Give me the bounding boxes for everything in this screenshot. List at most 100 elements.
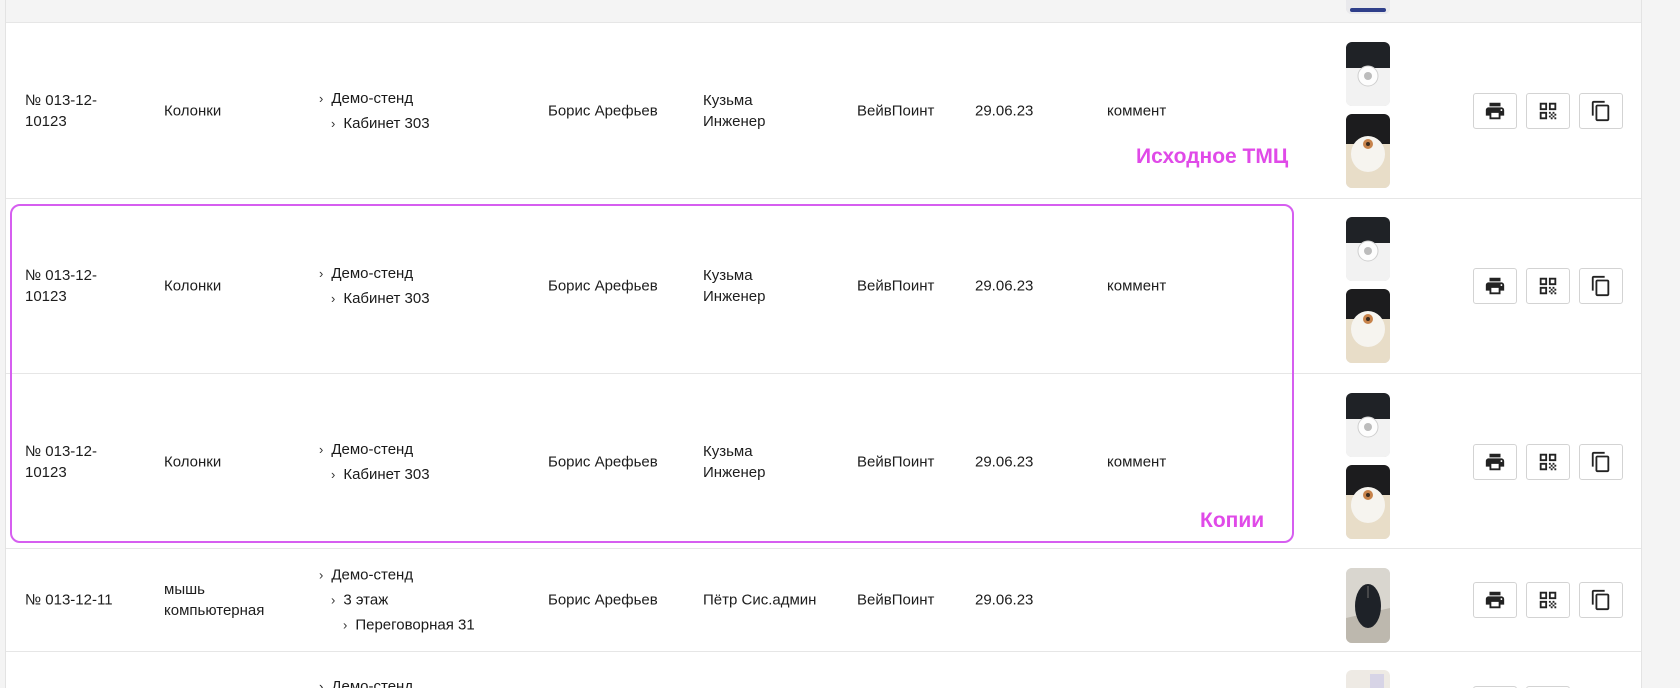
qr-code-button[interactable] bbox=[1526, 93, 1570, 129]
responsible-person: Борис Арефьев bbox=[548, 453, 658, 471]
row-actions bbox=[1473, 444, 1623, 480]
table-row[interactable]: № 013-12-10123 Колонки › Демо-стенд › Каби… bbox=[6, 23, 1641, 199]
user-name: Кузьма Инженер bbox=[703, 92, 766, 130]
row-actions bbox=[1473, 582, 1623, 618]
location-level: › Демо-стенд bbox=[319, 563, 475, 588]
chevron-right-icon: › bbox=[319, 266, 324, 281]
item-name: Колонки bbox=[164, 277, 222, 295]
location-level: › Переговорная 31 bbox=[319, 613, 475, 638]
location-level: › 3 этаж bbox=[319, 588, 475, 613]
items-table: № 013-12-10123 Колонки › Демо-стенд › Каби… bbox=[5, 0, 1642, 688]
comment: коммент bbox=[1107, 102, 1167, 120]
chevron-right-icon: › bbox=[331, 592, 336, 608]
print-icon bbox=[1485, 453, 1505, 471]
inventory-number[interactable]: № 013-12-11 bbox=[25, 590, 113, 611]
organization: ВейвПоинт bbox=[857, 453, 935, 471]
copy-icon bbox=[1591, 451, 1610, 473]
qr-code-icon bbox=[1539, 102, 1557, 120]
photo-thumbnail[interactable] bbox=[1346, 0, 1390, 14]
photo-thumbnail[interactable] bbox=[1346, 568, 1390, 643]
responsible-person: Борис Арефьев bbox=[548, 102, 658, 120]
chevron-right-icon: › bbox=[319, 679, 324, 688]
copy-icon bbox=[1591, 100, 1610, 122]
scrollbar[interactable] bbox=[1643, 0, 1680, 688]
responsible-person: Борис Арефьев bbox=[548, 277, 658, 295]
photo-thumbnail[interactable] bbox=[1346, 393, 1390, 457]
location-level: › Кабинет 303 bbox=[319, 286, 430, 311]
location-tree: › Демо-стенд › Кабинет 303 bbox=[319, 437, 430, 487]
comment: коммент bbox=[1107, 277, 1167, 295]
photo-thumbnails bbox=[1346, 393, 1390, 547]
date: 29.06.23 bbox=[975, 277, 1034, 295]
user-name: Кузьма Инженер bbox=[703, 267, 766, 305]
table-row[interactable]: № 013-12-10123 Колонки › Демо-стенд › Каби… bbox=[6, 374, 1641, 549]
organization: ВейвПоинт bbox=[857, 277, 935, 295]
copy-icon bbox=[1591, 589, 1610, 611]
location-tree: › Демо-стенд › Кабинет 303 bbox=[319, 86, 430, 136]
print-icon bbox=[1485, 591, 1505, 609]
chevron-right-icon: › bbox=[331, 291, 336, 306]
chevron-right-icon: › bbox=[319, 442, 324, 457]
date: 29.06.23 bbox=[975, 453, 1034, 471]
qr-code-icon bbox=[1539, 453, 1557, 471]
organization: ВейвПоинт bbox=[857, 102, 935, 120]
table-row[interactable]: № 013-12-10123 Колонки › Демо-стенд › Каби… bbox=[6, 199, 1641, 374]
photo-thumbnail[interactable] bbox=[1346, 465, 1390, 539]
print-icon bbox=[1485, 277, 1505, 295]
chevron-right-icon: › bbox=[319, 91, 324, 106]
copy-button[interactable] bbox=[1579, 582, 1623, 618]
table-row-partial-bottom: › Демо-стенд bbox=[6, 652, 1641, 688]
photo-thumbnail[interactable] bbox=[1346, 217, 1390, 281]
chevron-right-icon: › bbox=[331, 116, 336, 131]
location-level: › Демо-стенд bbox=[319, 261, 430, 286]
original-item-label: Исходное ТМЦ bbox=[1136, 145, 1289, 168]
location-tree: › Демо-стенд › Кабинет 303 bbox=[319, 261, 430, 311]
copy-icon bbox=[1591, 275, 1610, 297]
photo-thumbnails bbox=[1346, 42, 1390, 196]
chevron-right-icon: › bbox=[331, 467, 336, 482]
copy-button[interactable] bbox=[1579, 268, 1623, 304]
photo-thumbnails bbox=[1346, 0, 1390, 22]
table-row[interactable]: № 013-12-11 мышь компьютерная › Демо-стен… bbox=[6, 549, 1641, 652]
chevron-right-icon: › bbox=[319, 567, 324, 583]
print-button[interactable] bbox=[1473, 268, 1517, 304]
location-level: › Демо-стенд bbox=[319, 437, 430, 462]
item-name: Колонки bbox=[164, 453, 222, 471]
photo-thumbnail[interactable] bbox=[1346, 114, 1390, 188]
inventory-number[interactable]: № 013-12-10123 bbox=[25, 265, 120, 307]
copy-button[interactable] bbox=[1579, 444, 1623, 480]
table-row-partial-top bbox=[6, 0, 1641, 23]
user-name: Пётр Сис.админ bbox=[703, 591, 817, 609]
row-actions bbox=[1473, 268, 1623, 304]
comment: коммент bbox=[1107, 453, 1167, 471]
row-actions bbox=[1473, 93, 1623, 129]
print-button[interactable] bbox=[1473, 444, 1517, 480]
organization: ВейвПоинт bbox=[857, 591, 935, 609]
photo-thumbnail[interactable] bbox=[1346, 289, 1390, 363]
location-level: › Демо-стенд bbox=[319, 678, 413, 688]
photo-thumbnails bbox=[1346, 217, 1390, 371]
qr-code-button[interactable] bbox=[1526, 582, 1570, 618]
location-level: › Кабинет 303 bbox=[319, 111, 430, 136]
chevron-right-icon: › bbox=[343, 617, 348, 633]
print-icon bbox=[1485, 102, 1505, 120]
date: 29.06.23 bbox=[975, 591, 1034, 609]
print-button[interactable] bbox=[1473, 582, 1517, 618]
item-name: мышь компьютерная bbox=[164, 581, 265, 619]
qr-code-button[interactable] bbox=[1526, 268, 1570, 304]
photo-thumbnail[interactable] bbox=[1346, 42, 1390, 106]
item-name: Колонки bbox=[164, 102, 222, 120]
inventory-number[interactable]: № 013-12-10123 bbox=[25, 90, 120, 132]
qr-code-icon bbox=[1539, 591, 1557, 609]
location-tree: › Демо-стенд › 3 этаж › Переговорная 31 bbox=[319, 563, 475, 638]
date: 29.06.23 bbox=[975, 102, 1034, 120]
user-name: Кузьма Инженер bbox=[703, 443, 766, 481]
copy-button[interactable] bbox=[1579, 93, 1623, 129]
qr-code-button[interactable] bbox=[1526, 444, 1570, 480]
print-button[interactable] bbox=[1473, 93, 1517, 129]
copies-label: Копии bbox=[1200, 509, 1265, 532]
inventory-number[interactable]: № 013-12-10123 bbox=[25, 441, 120, 483]
qr-code-icon bbox=[1539, 277, 1557, 295]
photo-thumbnail[interactable] bbox=[1346, 670, 1390, 688]
location-level: › Демо-стенд bbox=[319, 86, 430, 111]
